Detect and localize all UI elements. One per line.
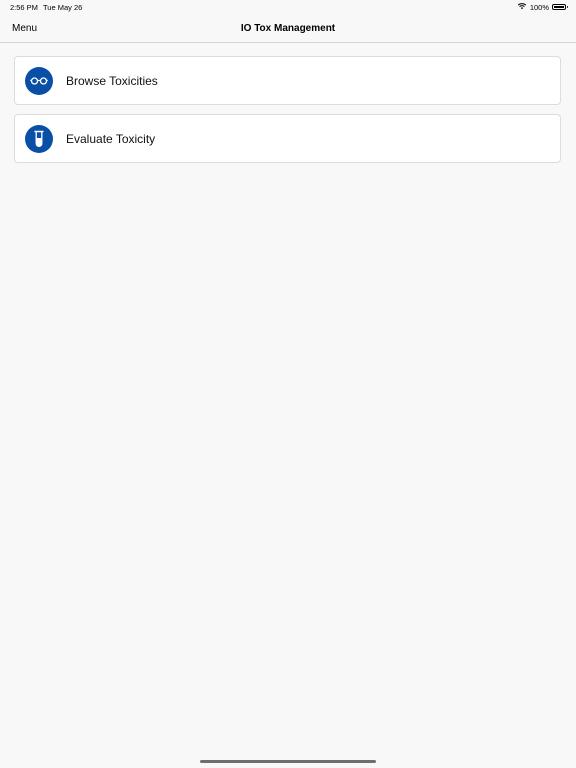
evaluate-toxicity-label: Evaluate Toxicity	[66, 132, 156, 146]
glasses-icon	[25, 67, 53, 95]
navigation-bar: Menu IO Tox Management	[0, 14, 576, 43]
battery-fill	[554, 6, 564, 8]
status-bar: 2:56 PM Tue May 26 100%	[0, 0, 576, 14]
battery-icon	[552, 4, 568, 10]
evaluate-toxicity-card[interactable]: Evaluate Toxicity	[14, 114, 561, 163]
home-indicator[interactable]	[200, 760, 376, 763]
browse-toxicities-card[interactable]: Browse Toxicities	[14, 56, 561, 105]
page-title: IO Tox Management	[240, 23, 336, 34]
browse-toxicities-label: Browse Toxicities	[66, 74, 158, 88]
battery-percent: 100%	[529, 2, 549, 12]
wifi-icon	[517, 2, 527, 12]
status-right: 100%	[517, 2, 568, 12]
status-time: 2:56 PM	[10, 3, 38, 12]
test-tube-icon	[25, 125, 53, 153]
status-date: Tue May 26	[43, 3, 83, 12]
